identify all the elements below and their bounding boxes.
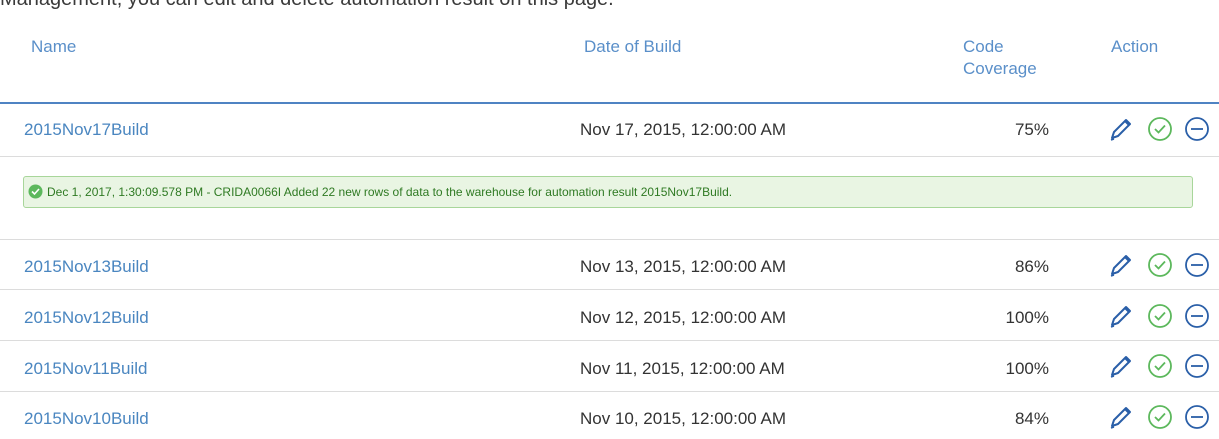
minus-circle-icon[interactable] [1183,352,1211,380]
code-coverage: 75% [1014,120,1049,139]
minus-circle-icon[interactable] [1183,403,1211,431]
code-coverage: 100% [1005,359,1049,378]
build-name-link[interactable]: 2015Nov10Build [24,409,149,429]
column-header-date[interactable]: Date of Build [584,36,681,58]
edit-pencil-icon[interactable] [1108,352,1134,380]
minus-circle-icon[interactable] [1183,302,1211,330]
check-circle-icon[interactable] [1146,352,1174,380]
automation-results-page: Management, you can edit and delete auto… [0,0,1219,439]
table-row: 2015Nov10Build Nov 10, 2015, 12:00:00 AM… [0,392,1219,439]
alert-message: Dec 1, 2017, 1:30:09.578 PM - CRIDA0066I… [47,185,733,199]
column-header-coverage-line2: Coverage [963,59,1037,78]
row-actions [1108,302,1218,332]
build-date: Nov 17, 2015, 12:00:00 AM [580,120,787,139]
edit-pencil-icon[interactable] [1108,115,1134,143]
build-name-link[interactable]: 2015Nov13Build [24,257,149,277]
table-row: 2015Nov12Build Nov 12, 2015, 12:00:00 AM… [0,290,1219,341]
build-date: Nov 11, 2015, 12:00:00 AM [580,359,785,378]
minus-circle-icon[interactable] [1183,115,1211,143]
code-coverage: 86% [1014,257,1049,276]
check-circle-icon[interactable] [1146,115,1174,143]
table-row: 2015Nov13Build Nov 13, 2015, 12:00:00 AM… [0,240,1219,290]
table-row: 2015Nov17Build Nov 17, 2015, 12:00:00 AM… [0,103,1219,157]
code-coverage: 84% [1014,409,1049,428]
minus-circle-icon[interactable] [1183,251,1211,279]
table-header: Name Date of Build Code Coverage Action [0,9,1219,104]
code-coverage: 100% [1005,308,1049,327]
column-header-action: Action [1111,37,1159,56]
column-header-coverage[interactable]: Code Coverage [963,36,1063,80]
page-description-strip: Management, you can edit and delete auto… [0,0,1219,9]
row-actions [1108,403,1218,433]
build-name-link[interactable]: 2015Nov11Build [24,359,148,379]
build-name-link[interactable]: 2015Nov12Build [24,308,149,328]
check-circle-icon[interactable] [1146,302,1174,330]
check-circle-icon[interactable] [1146,403,1174,431]
check-circle-filled-icon [28,184,43,199]
build-name-link[interactable]: 2015Nov17Build [24,120,149,140]
column-header-name[interactable]: Name [31,36,76,58]
row-actions [1108,115,1218,145]
alert-row: Dec 1, 2017, 1:30:09.578 PM - CRIDA0066I… [0,157,1219,240]
row-actions [1108,352,1218,382]
check-circle-icon[interactable] [1146,251,1174,279]
build-date: Nov 10, 2015, 12:00:00 AM [580,409,787,428]
build-date: Nov 12, 2015, 12:00:00 AM [580,308,787,327]
table-row: 2015Nov11Build Nov 11, 2015, 12:00:00 AM… [0,341,1219,392]
build-date: Nov 13, 2015, 12:00:00 AM [580,257,787,276]
edit-pencil-icon[interactable] [1108,403,1134,431]
column-header-coverage-line1: Code [963,37,1004,56]
edit-pencil-icon[interactable] [1108,302,1134,330]
row-actions [1108,251,1218,281]
edit-pencil-icon[interactable] [1108,251,1134,279]
success-alert: Dec 1, 2017, 1:30:09.578 PM - CRIDA0066I… [23,176,1193,208]
page-description-text: Management, you can edit and delete auto… [0,0,614,9]
